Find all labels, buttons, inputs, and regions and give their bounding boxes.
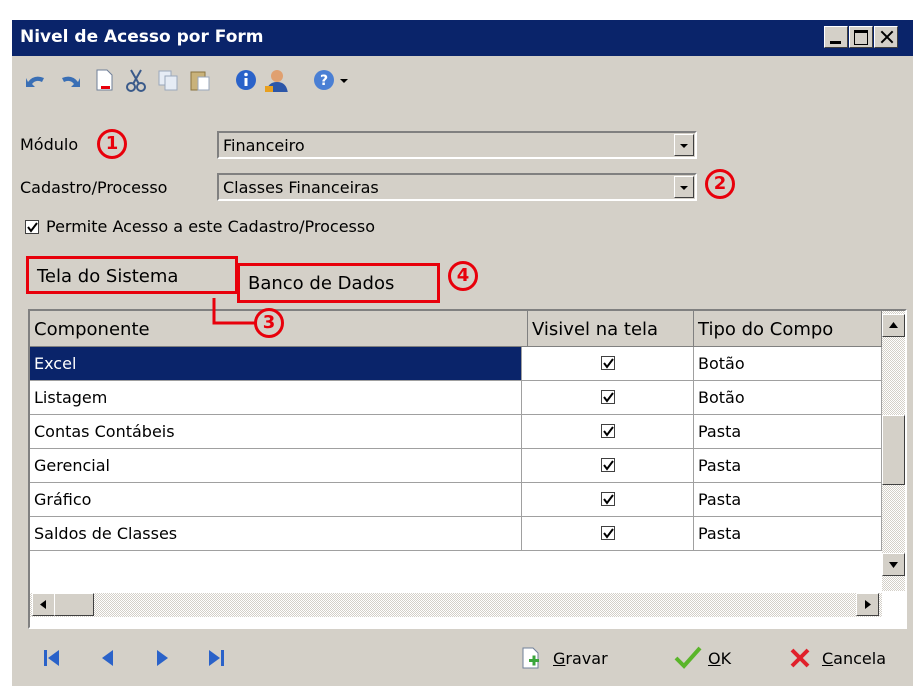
modulo-value: Financeiro	[223, 136, 305, 155]
table-row[interactable]: Gerencial Pasta	[30, 449, 885, 483]
checkmark-icon	[674, 646, 702, 669]
info-icon[interactable]	[234, 68, 258, 92]
scroll-up-button[interactable]	[882, 314, 905, 337]
table-row[interactable]: Listagem Botão	[30, 381, 885, 415]
new-document-icon[interactable]	[92, 68, 116, 92]
header-visivel[interactable]: Visivel na tela	[528, 311, 694, 347]
cell-visivel[interactable]	[522, 381, 694, 415]
visivel-checkbox[interactable]	[601, 390, 615, 404]
prev-record-icon[interactable]	[98, 648, 118, 668]
cadastro-dropdown-button[interactable]	[674, 176, 694, 198]
annotation-2: 2	[705, 169, 735, 199]
tab-banco-de-dados[interactable]: Banco de Dados	[237, 263, 440, 303]
window-title: Nivel de Acesso por Form	[20, 27, 264, 47]
cell-tipo[interactable]: Pasta	[694, 415, 882, 449]
table-row[interactable]: Contas Contábeis Pasta	[30, 415, 885, 449]
undo-icon[interactable]	[24, 68, 48, 92]
annotation-3: 3	[254, 308, 284, 338]
cancel-x-icon	[790, 648, 810, 668]
paste-icon[interactable]	[188, 68, 212, 92]
scroll-thumb[interactable]	[882, 415, 905, 485]
cell-componente[interactable]: Contas Contábeis	[30, 415, 522, 449]
cut-icon[interactable]	[124, 68, 148, 92]
modulo-select[interactable]: Financeiro	[217, 131, 697, 159]
ok-button[interactable]: OK	[670, 646, 750, 672]
user-icon[interactable]	[264, 68, 288, 92]
cadastro-select[interactable]: Classes Financeiras	[217, 173, 697, 201]
cell-componente[interactable]: Gerencial	[30, 449, 522, 483]
help-icon[interactable]: ?	[312, 68, 336, 92]
gravar-button[interactable]: Gravar	[515, 646, 625, 672]
cell-visivel[interactable]	[522, 347, 694, 381]
annotation-1: 1	[97, 129, 127, 159]
tab-tela-do-sistema[interactable]: Tela do Sistema	[26, 256, 238, 294]
check-icon	[603, 460, 614, 471]
cell-visivel[interactable]	[522, 449, 694, 483]
arrow-down-icon	[889, 562, 898, 568]
cell-visivel[interactable]	[522, 517, 694, 551]
cell-tipo[interactable]: Pasta	[694, 449, 882, 483]
bottom-bar: Gravar OK Cancela	[12, 620, 913, 686]
visivel-checkbox[interactable]	[601, 526, 615, 540]
hscroll-thumb[interactable]	[54, 593, 94, 616]
check-icon	[603, 358, 614, 369]
visivel-checkbox[interactable]	[601, 458, 615, 472]
table-row[interactable]: Excel Botão	[30, 347, 885, 381]
copy-icon[interactable]	[156, 68, 180, 92]
minimize-button[interactable]	[824, 26, 848, 48]
permite-acesso-label: Permite Acesso a este Cadastro/Processo	[46, 217, 376, 236]
scroll-down-button[interactable]	[882, 553, 905, 576]
vertical-scrollbar[interactable]	[882, 311, 905, 591]
scroll-right-button[interactable]	[856, 593, 879, 616]
scroll-left-button[interactable]	[32, 593, 55, 616]
cadastro-value: Classes Financeiras	[223, 178, 379, 197]
check-icon	[603, 392, 614, 403]
permite-acesso-checkbox[interactable]	[25, 220, 39, 234]
cell-visivel[interactable]	[522, 415, 694, 449]
check-icon	[603, 528, 614, 539]
last-record-icon[interactable]	[206, 648, 226, 668]
table-row[interactable]: Gráfico Pasta	[30, 483, 885, 517]
check-icon	[603, 426, 614, 437]
first-record-icon[interactable]	[42, 648, 62, 668]
visivel-checkbox[interactable]	[601, 356, 615, 370]
save-icon	[522, 647, 539, 669]
modulo-label: Módulo	[20, 135, 79, 154]
cadastro-label: Cadastro/Processo	[20, 178, 168, 197]
visivel-checkbox[interactable]	[601, 492, 615, 506]
cell-tipo[interactable]: Pasta	[694, 483, 882, 517]
maximize-button[interactable]	[849, 26, 873, 48]
tab-tela-label: Tela do Sistema	[37, 266, 179, 287]
cell-componente[interactable]: Excel	[30, 347, 522, 381]
horizontal-scrollbar[interactable]	[30, 593, 882, 617]
tab-banco-label: Banco de Dados	[248, 273, 395, 294]
arrow-right-icon	[865, 600, 871, 609]
cell-visivel[interactable]	[522, 483, 694, 517]
svg-text:?: ?	[320, 73, 328, 89]
cell-tipo[interactable]: Botão	[694, 381, 882, 415]
cell-tipo[interactable]: Botão	[694, 347, 882, 381]
dropdown-arrow-icon[interactable]	[338, 68, 362, 92]
check-icon	[603, 494, 614, 505]
annotation-4: 4	[448, 261, 478, 291]
check-icon	[27, 222, 38, 233]
visivel-checkbox[interactable]	[601, 424, 615, 438]
cell-componente[interactable]: Gráfico	[30, 483, 522, 517]
next-record-icon[interactable]	[152, 648, 172, 668]
toolbar: ?	[12, 56, 913, 102]
cell-tipo[interactable]: Pasta	[694, 517, 882, 551]
title-bar[interactable]: Nivel de Acesso por Form	[12, 20, 913, 56]
dialog-window: Nivel de Acesso por Form ? Módulo 1 Fina…	[10, 18, 913, 686]
arrow-up-icon	[889, 322, 898, 328]
cell-componente[interactable]: Saldos de Classes	[30, 517, 522, 551]
header-tipo[interactable]: Tipo do Compo	[694, 311, 882, 347]
table-row[interactable]: Saldos de Classes Pasta	[30, 517, 885, 551]
components-grid: Componente Visivel na tela Tipo do Compo…	[28, 309, 907, 629]
redo-icon[interactable]	[58, 68, 82, 92]
cancela-button[interactable]: Cancela	[784, 646, 909, 672]
close-button[interactable]	[874, 26, 898, 48]
modulo-dropdown-button[interactable]	[674, 134, 694, 156]
cell-componente[interactable]: Listagem	[30, 381, 522, 415]
arrow-left-icon	[40, 600, 46, 609]
